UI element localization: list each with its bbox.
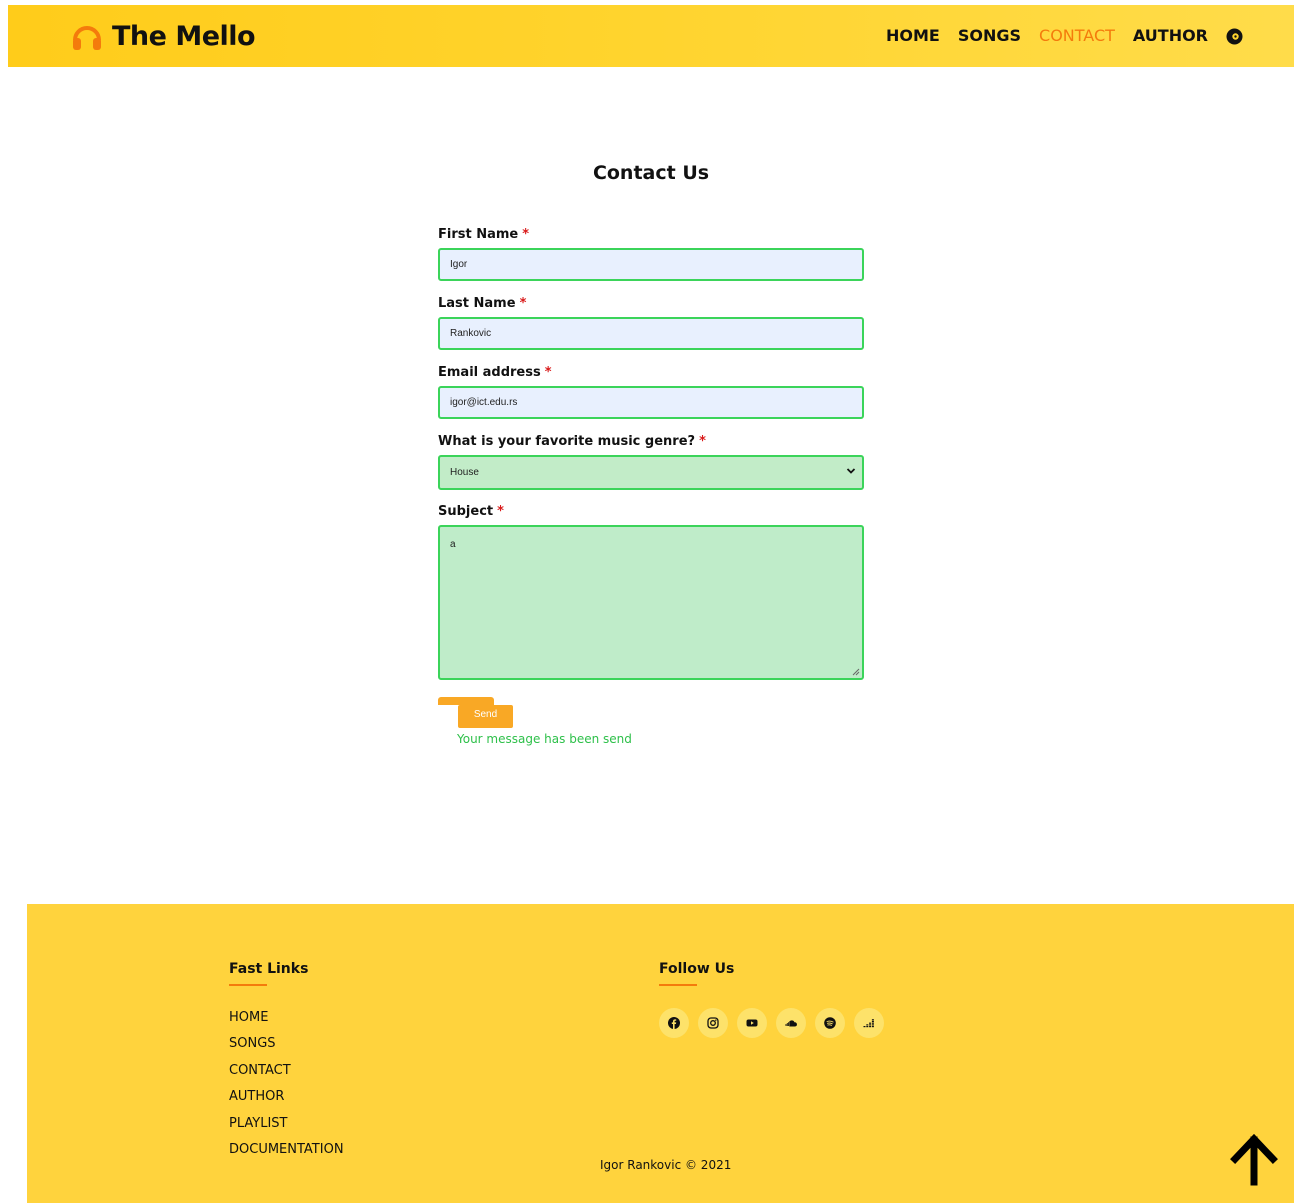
instagram-icon [707, 1017, 719, 1029]
follow-us-heading: Follow Us [659, 961, 735, 977]
email-label: Email address * [438, 365, 552, 380]
last-name-input[interactable]: Rankovic [438, 317, 864, 350]
fast-links-list: HOME SONGS CONTACT AUTHOR PLAYLIST DOCUM… [229, 1008, 344, 1166]
footer-link-songs[interactable]: SONGS [229, 1034, 344, 1060]
nav-author[interactable]: AUTHOR [1133, 25, 1208, 47]
deezer-icon [863, 1019, 874, 1028]
nav-songs[interactable]: SONGS [958, 25, 1021, 47]
genre-select[interactable]: House [438, 455, 864, 490]
subject-label: Subject * [438, 504, 504, 519]
page-title: Contact Us [592, 162, 710, 184]
spotify-icon [824, 1017, 836, 1029]
headphones-icon [73, 26, 101, 50]
facebook-link[interactable] [659, 1008, 689, 1038]
spotify-link[interactable] [815, 1008, 845, 1038]
deezer-link[interactable] [854, 1008, 884, 1038]
soundcloud-icon [785, 1020, 797, 1027]
nav-home[interactable]: HOME [886, 25, 940, 47]
email-input[interactable]: igor@ict.edu.rs [438, 386, 864, 419]
footer-link-documentation[interactable]: DOCUMENTATION [229, 1140, 344, 1166]
footer-link-playlist[interactable]: PLAYLIST [229, 1114, 344, 1140]
record-icon[interactable] [1226, 28, 1243, 45]
footer-link-author[interactable]: AUTHOR [229, 1087, 344, 1113]
youtube-icon [746, 1019, 758, 1027]
chevron-down-icon [846, 468, 856, 474]
site-footer: Fast Links HOME SONGS CONTACT AUTHOR PLA… [27, 904, 1294, 1203]
resize-handle-icon[interactable] [852, 668, 860, 676]
instagram-link[interactable] [698, 1008, 728, 1038]
copyright: Igor Rankovic © 2021 [600, 1158, 732, 1172]
nav-contact[interactable]: CONTACT [1039, 25, 1115, 47]
main-nav: HOME SONGS CONTACT AUTHOR [886, 25, 1243, 47]
send-button[interactable]: Send [458, 705, 513, 728]
first-name-label: First Name * [438, 227, 530, 242]
logo[interactable]: The Mello [70, 19, 256, 53]
fast-links-underline [229, 984, 267, 986]
arrow-up-icon[interactable] [1229, 1132, 1279, 1186]
site-header: The Mello HOME SONGS CONTACT AUTHOR [8, 5, 1294, 67]
success-message: Your message has been send [457, 732, 632, 746]
youtube-link[interactable] [737, 1008, 767, 1038]
social-links [659, 1008, 893, 1038]
last-name-label: Last Name * [438, 296, 527, 311]
genre-label: What is your favorite music genre? * [438, 434, 706, 449]
follow-us-underline [659, 984, 697, 986]
footer-link-contact[interactable]: CONTACT [229, 1061, 344, 1087]
soundcloud-link[interactable] [776, 1008, 806, 1038]
subject-text: a [450, 539, 456, 550]
send-button-shadow [438, 697, 494, 705]
facebook-icon [668, 1017, 680, 1029]
logo-text: The Mello [112, 20, 256, 52]
fast-links-heading: Fast Links [229, 961, 309, 977]
genre-selected-value: House [450, 467, 479, 478]
first-name-input[interactable]: Igor [438, 248, 864, 281]
subject-textarea[interactable]: a [438, 525, 864, 680]
footer-link-home[interactable]: HOME [229, 1008, 344, 1034]
